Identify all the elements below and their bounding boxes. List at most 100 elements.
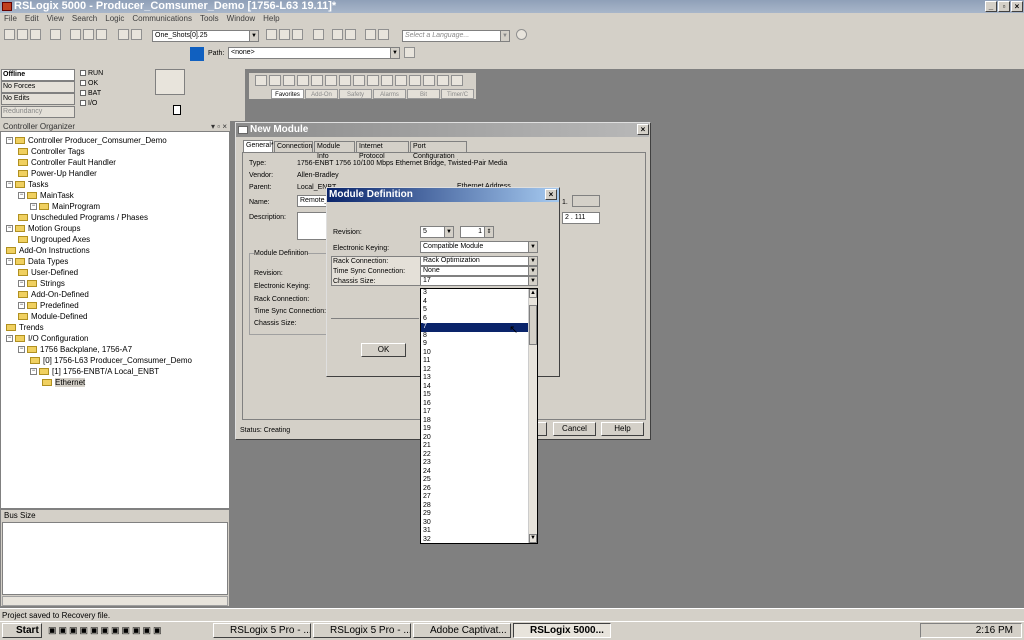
expand-icon[interactable]: − <box>30 368 37 376</box>
help-button[interactable]: Help <box>601 422 644 436</box>
tree-item[interactable]: Add-On-Defined <box>18 290 89 300</box>
tree-item[interactable]: − [1] 1756-ENBT/A Local_ENBT <box>30 367 159 377</box>
tree-item[interactable]: − Predefined <box>18 301 79 311</box>
chassis-option[interactable]: 21 <box>421 442 537 451</box>
module-definition-close-button[interactable]: × <box>545 189 557 200</box>
menu-edit[interactable]: Edit <box>25 14 39 23</box>
instruction-icon[interactable] <box>423 75 435 86</box>
ok-button-partial[interactable] <box>537 422 547 436</box>
chassis-option[interactable]: 12 <box>421 366 537 375</box>
path-combo[interactable]: <none> ▼ <box>228 47 400 59</box>
verify-all-icon[interactable] <box>279 29 290 40</box>
menu-help[interactable]: Help <box>263 14 279 23</box>
expand-icon[interactable]: − <box>6 335 13 343</box>
menu-file[interactable]: File <box>4 14 17 23</box>
quick-launch-icons[interactable]: ▣▣▣▣▣▣▣▣▣▣▣ <box>48 625 208 636</box>
chassis-option[interactable]: 3 <box>421 289 537 298</box>
instruction-icon[interactable] <box>339 75 351 86</box>
undo-icon[interactable] <box>118 29 129 40</box>
taskbar-task-0[interactable]: RSLogix 5 Pro - ... <box>213 623 311 638</box>
tree-item[interactable]: − Controller Producer_Comsumer_Demo <box>6 136 167 146</box>
rack-select[interactable]: Rack Optimization ▼ <box>420 256 538 266</box>
scroll-down-icon[interactable]: ▼ <box>529 534 537 543</box>
keying-select[interactable]: Compatible Module ▼ <box>420 241 538 253</box>
chassis-option[interactable]: 16 <box>421 400 537 409</box>
paste-icon[interactable] <box>96 29 107 40</box>
props-icon[interactable] <box>345 29 356 40</box>
instruction-icon[interactable] <box>297 75 309 86</box>
expand-icon[interactable]: − <box>6 137 13 145</box>
zoom-out-icon[interactable] <box>378 29 389 40</box>
chassis-option[interactable]: 4 <box>421 298 537 307</box>
tree-item[interactable]: Unscheduled Programs / Phases <box>18 213 148 223</box>
expand-icon[interactable]: − <box>6 181 13 189</box>
menu-search[interactable]: Search <box>72 14 97 23</box>
offline-mode[interactable]: Offline <box>1 69 75 81</box>
tree-item[interactable]: − Data Types <box>6 257 68 267</box>
new-module-close-button[interactable]: × <box>637 124 649 135</box>
instruction-icon[interactable] <box>381 75 393 86</box>
edits-status[interactable]: No Edits <box>1 93 75 105</box>
expand-icon[interactable]: − <box>18 346 25 354</box>
ok-button[interactable]: OK <box>361 343 406 357</box>
instruction-icon[interactable] <box>255 75 267 86</box>
copy-icon[interactable] <box>83 29 94 40</box>
tree-item[interactable]: Ethernet <box>42 378 86 388</box>
chevron-down-icon[interactable]: ▼ <box>528 277 537 285</box>
check-icon[interactable] <box>332 29 343 40</box>
menu-communications[interactable]: Communications <box>132 14 192 23</box>
palette-tab-2[interactable]: Safety <box>339 89 372 99</box>
close-button[interactable]: × <box>1011 1 1023 12</box>
path-browse-icon[interactable] <box>404 47 415 58</box>
chevron-down-icon[interactable]: ▼ <box>500 31 509 41</box>
instruction-icon[interactable] <box>353 75 365 86</box>
tree-item[interactable]: − Strings <box>18 279 65 289</box>
chassis-option[interactable]: 31 <box>421 527 537 536</box>
forces-status[interactable]: No Forces <box>1 81 75 93</box>
revision-major-select[interactable]: 5 ▼ <box>420 226 454 238</box>
menu-view[interactable]: View <box>47 14 64 23</box>
menu-window[interactable]: Window <box>227 14 255 23</box>
chassis-option[interactable]: 17 <box>421 408 537 417</box>
chevron-down-icon[interactable]: ▼ <box>444 227 453 237</box>
tag-search-combo[interactable]: One_Shots[0].25 ▼ <box>152 30 259 42</box>
chassis-option[interactable]: 22 <box>421 451 537 460</box>
instruction-icon[interactable] <box>311 75 323 86</box>
instruction-icon[interactable] <box>367 75 379 86</box>
tab-4[interactable]: Port Configuration <box>410 141 467 160</box>
instruction-icon[interactable] <box>451 75 463 86</box>
start-button[interactable]: Start <box>2 623 42 638</box>
tree-item[interactable]: − MainProgram <box>30 202 100 212</box>
instruction-icon[interactable] <box>395 75 407 86</box>
scroll-thumb[interactable] <box>529 305 537 345</box>
ip-address-input[interactable]: 2 . 111 <box>562 212 600 224</box>
palette-tab-3[interactable]: Alarms <box>373 89 406 99</box>
chassis-option[interactable]: 7 <box>421 323 537 332</box>
cross-ref-icon[interactable] <box>292 29 303 40</box>
tree-item[interactable]: Controller Tags <box>18 147 85 157</box>
maximize-button[interactable]: ▫ <box>998 1 1010 12</box>
save-icon[interactable] <box>30 29 41 40</box>
chassis-option[interactable]: 26 <box>421 485 537 494</box>
instruction-icon[interactable] <box>409 75 421 86</box>
chassis-size-list[interactable]: ▲ ▼ 3 4 5 6 7 8 9 10 11 12 13 14 15 16 17 18 19 20 21 22 23 2… <box>420 288 538 544</box>
expand-icon[interactable]: − <box>30 203 37 211</box>
chassis-option[interactable]: 14 <box>421 383 537 392</box>
tab-1[interactable]: Connection <box>274 141 313 152</box>
taskbar-task-1[interactable]: RSLogix 5 Pro - ... <box>313 623 411 638</box>
language-combo[interactable]: Select a Language... ▼ <box>402 30 510 42</box>
chassis-option[interactable]: 30 <box>421 519 537 528</box>
chassis-option[interactable]: 20 <box>421 434 537 443</box>
menu-tools[interactable]: Tools <box>200 14 219 23</box>
minimize-button[interactable]: _ <box>985 1 997 12</box>
chassis-option[interactable]: 25 <box>421 476 537 485</box>
chassis-option[interactable]: 18 <box>421 417 537 426</box>
chassis-option[interactable]: 27 <box>421 493 537 502</box>
chassis-option[interactable]: 29 <box>421 510 537 519</box>
chassis-select[interactable]: 17 ▼ <box>420 276 538 286</box>
chassis-option[interactable]: 32 <box>421 536 537 544</box>
chevron-down-icon[interactable]: ▼ <box>528 267 537 275</box>
tree-item[interactable]: User-Defined <box>18 268 78 278</box>
expand-icon[interactable]: − <box>18 192 25 200</box>
verify-icon[interactable] <box>266 29 277 40</box>
